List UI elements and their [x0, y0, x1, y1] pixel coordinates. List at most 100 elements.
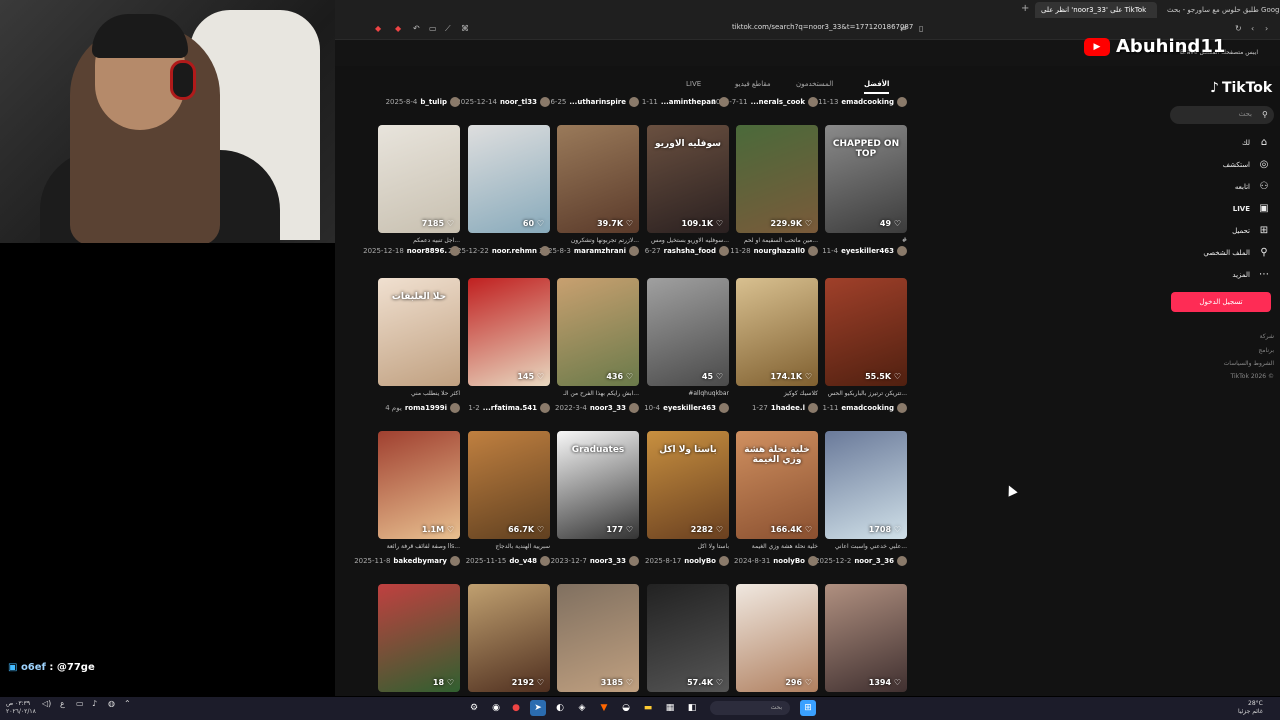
telegram-icon[interactable]: ➤ [530, 700, 546, 716]
video-thumbnail[interactable]: 60 ♡ [468, 125, 550, 233]
back-icon[interactable]: ↶ [413, 24, 420, 33]
video-caption[interactable]: اكثر حلا ينطلب مني [378, 390, 460, 397]
video-thumbnail[interactable]: 174.1K ♡ [736, 278, 818, 386]
video-caption[interactable]: سوفليه الاوريو بستخيل ومس... [647, 237, 729, 244]
chevron-up-icon[interactable]: ⌃ [124, 700, 131, 708]
taskbar-search[interactable]: بحث [710, 701, 790, 715]
video-caption[interactable]: علبي خدعني واسبت اعاني... [825, 543, 907, 550]
video-thumbnail[interactable]: خلية نحلة هشة وزي الغيمة 166.4K ♡ [736, 431, 818, 539]
bookmark-icon[interactable]: ▯ [919, 24, 923, 33]
tab-users[interactable]: المستخدمون [796, 80, 833, 94]
search-icon[interactable]: ⚲ [1262, 110, 1268, 119]
pin-icon[interactable]: ⟋ [445, 24, 451, 34]
video-thumbnail[interactable]: 229.9K ♡ [736, 125, 818, 233]
address-bar[interactable]: tiktok.com/search?q=noor3_33&t=177120186… [732, 23, 913, 31]
reload-icon[interactable]: ↻ [1235, 24, 1242, 33]
video-thumbnail[interactable]: باستا ولا اكل 2282 ♡ [647, 431, 729, 539]
clock[interactable]: ٠٣:٣٩ ص ٢٠٢٦/٠٢/١٨ [6, 700, 36, 716]
video-thumbnail[interactable]: 1708 ♡ [825, 431, 907, 539]
video-caption[interactable]: باستا ولا اكل [647, 543, 729, 550]
sidebar-item-home[interactable]: لك ⌂ [1242, 137, 1270, 148]
weather-widget[interactable]: 28°C غائم جزئيا [1238, 700, 1263, 716]
video-thumbnail[interactable]: سوفليه الاوريو 109.1K ♡ [647, 125, 729, 233]
steam-icon[interactable]: ◉ [488, 700, 504, 716]
sidebar-item-compass[interactable]: استكشف ◎ [1223, 159, 1270, 170]
window-icon[interactable]: ▭ [429, 24, 437, 33]
like-count: 177 ♡ [606, 525, 633, 534]
video-thumbnail[interactable]: 57.4K ♡ [647, 584, 729, 692]
translate-icon[interactable]: ⇄ [900, 24, 907, 33]
video-caption[interactable]: لازرتم تجربونها وتشكرون... [557, 237, 639, 244]
video-author[interactable]: 2025-8-4 b_tulip [353, 97, 460, 107]
video-caption[interactable]: اجل تنبيه دعمكم... [378, 237, 460, 244]
shield-icon[interactable]: ◆ [375, 24, 381, 33]
settings-icon[interactable]: ⚙ [466, 700, 482, 716]
video-thumbnail[interactable]: 1.1M ♡ [378, 431, 460, 539]
tab-live[interactable]: LIVE [686, 80, 701, 94]
start-icon[interactable]: ⊞ [800, 700, 816, 716]
video-caption[interactable]: كلاسيك كوكيز [736, 390, 818, 397]
video-author[interactable]: 4 يوم roma1999i [353, 403, 460, 413]
video-thumbnail[interactable]: 2192 ♡ [468, 584, 550, 692]
video-caption[interactable]: سبريية الهندية بالدجاج [468, 543, 550, 550]
app3-icon[interactable]: ▦ [662, 700, 678, 716]
sidebar-item-live[interactable]: LIVE ▣ [1233, 203, 1270, 214]
video-thumbnail[interactable]: 1394 ♡ [825, 584, 907, 692]
sidebar-item-upload[interactable]: تحميل ⊞ [1232, 225, 1270, 236]
extension-icon[interactable]: ◆ [395, 24, 401, 33]
video-caption[interactable]: ابش رايكم بهذا الفرح من الـ... [557, 390, 639, 397]
post-date: 2025-11-15 [465, 557, 507, 565]
folder-icon[interactable]: ▬ [640, 700, 656, 716]
video-thumbnail[interactable]: 436 ♡ [557, 278, 639, 386]
app4-icon[interactable]: ◧ [684, 700, 700, 716]
forward-arrow-icon[interactable]: › [1265, 24, 1268, 33]
video-author[interactable]: 2025-11-8 bakedbymary [353, 556, 460, 566]
search-input[interactable]: بحث [1170, 106, 1274, 124]
video-caption[interactable]: وصفة لفائف قرفة رائعة lls... [378, 543, 460, 550]
video-thumbnail[interactable]: 39.7K ♡ [557, 125, 639, 233]
tab-videos[interactable]: مقاطع فيديو [735, 80, 771, 94]
video-thumbnail[interactable]: 66.7K ♡ [468, 431, 550, 539]
video-thumbnail[interactable]: 296 ♡ [736, 584, 818, 692]
sidebar-item-more[interactable]: المزيد ⋯ [1232, 269, 1270, 280]
mic-icon[interactable]: ♪ [92, 700, 97, 708]
video-caption[interactable]: خلية نحلة هشة وزي الغيمة [736, 543, 818, 550]
app2-icon[interactable]: ◈ [574, 700, 590, 716]
tray-app-icon[interactable]: ◍ [108, 700, 115, 708]
footer-link-terms[interactable]: الشروط والسياسات [1224, 360, 1274, 367]
video-author[interactable]: 2025-12-18 noor8896. [353, 246, 460, 256]
video-thumbnail[interactable]: Graduates 177 ♡ [557, 431, 639, 539]
edge-icon[interactable]: ◒ [618, 700, 634, 716]
sidebar-item-following[interactable]: اتابعه ⚇ [1235, 181, 1270, 192]
volume-icon[interactable]: ◁) [42, 700, 51, 708]
app-icon[interactable]: ● [508, 700, 524, 716]
video-thumbnail[interactable]: 18 ♡ [378, 584, 460, 692]
new-tab-icon[interactable]: + [1021, 3, 1029, 14]
login-button[interactable]: تسجيل الدخول [1171, 292, 1271, 312]
language-icon[interactable]: ع [60, 700, 65, 708]
video-thumbnail[interactable]: 145 ♡ [468, 278, 550, 386]
tiktok-logo[interactable]: ♪ TikTok [1210, 80, 1272, 96]
video-caption[interactable]: #allqhuqkbar [647, 390, 729, 397]
video-thumbnail[interactable]: 7185 ♡ [378, 125, 460, 233]
discord-icon[interactable]: ◐ [552, 700, 568, 716]
script-icon[interactable]: ⌘ [461, 24, 469, 33]
video-caption[interactable]: تتريكن ترتيرز بالباربكيو الحس... [825, 390, 907, 397]
video-thumbnail[interactable]: 55.5K ♡ [825, 278, 907, 386]
back-arrow-icon[interactable]: ‹ [1251, 24, 1254, 33]
video-thumbnail[interactable]: 45 ♡ [647, 278, 729, 386]
like-count-value: 3185 [600, 678, 624, 687]
video-caption[interactable]: مين ماتحب السقيمة او لحم... [736, 237, 818, 244]
network-icon[interactable]: ▭ [76, 700, 84, 708]
footer-link-program[interactable]: برنامج [1258, 347, 1274, 354]
video-thumbnail[interactable]: 3185 ♡ [557, 584, 639, 692]
video-caption[interactable]: # [825, 237, 907, 244]
tab-top[interactable]: الأفضل [864, 80, 890, 94]
brave-icon[interactable]: ▼ [596, 700, 612, 716]
browser-tab-tiktok[interactable]: انظر على 'noor3_33' على TikTok [1035, 2, 1157, 18]
browser-tab-google[interactable]: طلبق حلوس مع ساورجو - بحث Google [1161, 2, 1279, 18]
sidebar-item-profile[interactable]: الملف الشخصي ⚲ [1203, 247, 1270, 258]
video-thumbnail[interactable]: حلا العلبقات [378, 278, 460, 386]
video-thumbnail[interactable]: CHAPPED ON TOP 49 ♡ [825, 125, 907, 233]
footer-link-company[interactable]: شركة [1260, 333, 1274, 340]
